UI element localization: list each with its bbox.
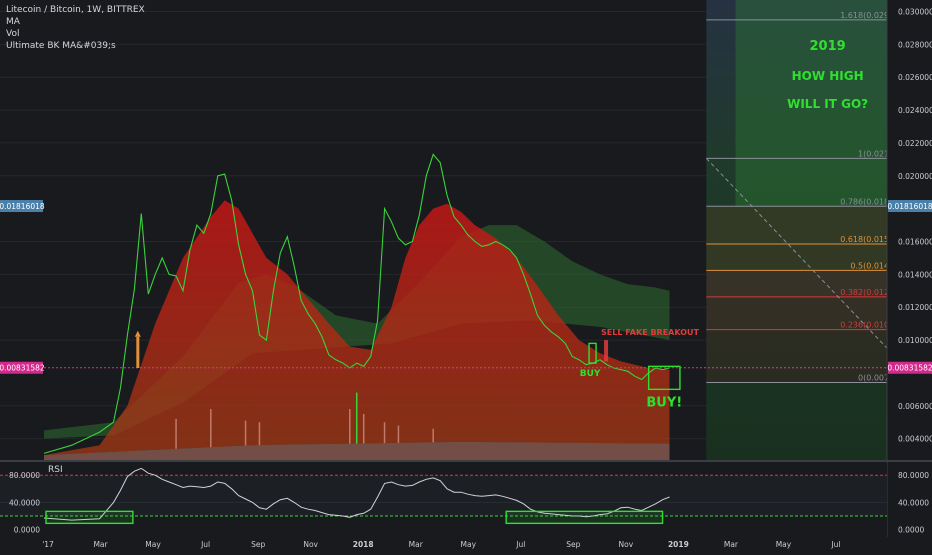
current-price-tag-left-label: 0.00831582	[0, 364, 45, 373]
indicator-ultimate-bk[interactable]: Ultimate BK MA&#039;s	[6, 40, 145, 52]
rsi-tick-left-1: 40.0000	[9, 498, 40, 507]
time-label-6: 2018	[353, 540, 374, 549]
time-label-10: Sep	[566, 540, 580, 549]
rsi-tick-2: 0.0000	[898, 526, 924, 535]
chart-svg[interactable]: 1.618(0.02949264)1(0.02106179)0.786(0.01…	[0, 0, 932, 550]
annotation-question-2: WILL IT GO?	[787, 97, 868, 111]
time-label-0: '17	[42, 540, 54, 549]
price-tick-5: 0.02000000	[898, 172, 932, 181]
annotation-buy-big: BUY!	[646, 395, 682, 410]
time-label-8: May	[461, 540, 477, 549]
rsi-oversold-box-1	[45, 510, 134, 525]
price-tick-10: 0.00600000	[898, 402, 932, 411]
price-tick-9: 0.01000000	[898, 336, 932, 345]
price-tick-1: 0.02800000	[898, 40, 932, 49]
price-tick-7: 0.01400000	[898, 270, 932, 279]
current-price-tag-label: 0.00831582	[887, 364, 932, 373]
indicator-ma[interactable]: MA	[6, 16, 145, 28]
time-label-3: Jul	[200, 540, 210, 549]
rsi-band	[0, 475, 887, 516]
time-label-2: May	[145, 540, 161, 549]
time-label-12: 2019	[668, 540, 689, 549]
time-label-7: Mar	[409, 540, 424, 549]
time-label-14: May	[776, 540, 792, 549]
indicator-vol[interactable]: Vol	[6, 28, 145, 40]
rsi-tick-0: 80.0000	[898, 471, 929, 480]
rsi-indicator-label[interactable]: RSI	[48, 465, 63, 475]
rsi-tick-1: 40.0000	[898, 498, 929, 507]
rsi-pane: 80.0000 80.0000 40.0000 40.0000 0.0000 0.0000	[0, 463, 929, 539]
time-label-15: Jul	[830, 540, 840, 549]
annotation-question-1: HOW HIGH	[792, 69, 864, 83]
marker-price-tag-label: 0.01816018	[887, 202, 932, 211]
rsi-tick-left-2: 0.0000	[14, 526, 40, 535]
marker-price-tag-left-label: 0.01816018	[0, 202, 45, 211]
chart-legend: Litecoin / Bitcoin, 1W, BITTREX MA Vol U…	[6, 4, 145, 52]
sell-marker	[604, 340, 609, 362]
time-label-13: Mar	[724, 540, 739, 549]
price-tick-2: 0.02600000	[898, 73, 932, 82]
price-tick-8: 0.01200000	[898, 303, 932, 312]
time-label-11: Nov	[619, 540, 634, 549]
price-axis-bg	[887, 0, 932, 460]
rsi-tick-left-0: 80.0000	[9, 471, 40, 480]
time-axis: '17 Mar May Jul Sep Nov 2018 Mar May Jul Sep Nov 201…	[0, 537, 932, 550]
annotation-year: 2019	[810, 39, 846, 54]
orange-arrow-shaft	[136, 336, 140, 368]
price-tick-3: 0.02400000	[898, 106, 932, 115]
price-tick-6: 0.01600000	[898, 238, 932, 247]
chart-stage[interactable]: 1.618(0.02949264)1(0.02106179)0.786(0.01…	[0, 0, 932, 550]
annotation-sell: SELL FAKE BREAKOUT	[601, 328, 699, 337]
price-tick-11: 0.00400000	[898, 435, 932, 444]
time-label-5: Nov	[303, 540, 318, 549]
annotation-buy-small: BUY	[580, 369, 601, 379]
time-label-4: Sep	[251, 540, 265, 549]
price-tick-4: 0.02200000	[898, 139, 932, 148]
symbol-title[interactable]: Litecoin / Bitcoin, 1W, BITTREX	[6, 4, 145, 16]
rsi-oversold-box-2	[505, 510, 664, 525]
price-tick-0: 0.03000000	[898, 8, 932, 17]
time-label-1: Mar	[93, 540, 108, 549]
time-label-9: Jul	[515, 540, 525, 549]
